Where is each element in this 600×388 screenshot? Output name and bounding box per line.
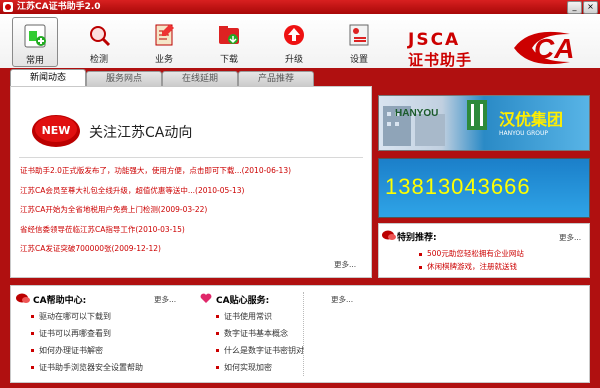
- brand-text: JSCA 证书助手: [408, 30, 471, 69]
- news-item[interactable]: 江苏CA开始为全省地税用户免费上门检测(2009-03-22): [20, 204, 291, 224]
- close-icon[interactable]: ×: [583, 1, 598, 14]
- special-item[interactable]: 500元助您轻松拥有企业网站: [419, 248, 524, 259]
- care-item-text: 如何实现加密: [224, 363, 272, 372]
- help-more-link[interactable]: 更多...: [154, 294, 176, 305]
- news-item-date: ...(2010-06-13): [234, 166, 292, 175]
- news-item-text: 江苏CA发证突破700000张: [20, 244, 112, 253]
- divider: [303, 292, 304, 376]
- tab-product-recommend[interactable]: 产品推荐: [238, 71, 314, 87]
- hanyou-logo-text: HANYOU: [395, 108, 439, 119]
- chat-bubble-icon: [16, 293, 30, 303]
- help-item-text: 如何办理证书解密: [39, 346, 103, 355]
- help-item-text: 证书助手浏览器安全设置帮助: [39, 363, 143, 372]
- news-list: 证书助手2.0正式版发布了，功能强大，使用方便，点击即可下载...(2010-0…: [20, 165, 291, 263]
- tool-download-label: 下载: [219, 55, 238, 65]
- new-badge-text: NEW: [42, 124, 71, 137]
- special-item[interactable]: 休闲棋牌游戏，注册就送钱: [419, 261, 517, 272]
- news-item[interactable]: 省经信委领导莅临江苏CA指导工作(2010-03-15): [20, 224, 291, 244]
- news-more-link[interactable]: 更多...: [334, 259, 356, 270]
- download-folder-icon: [219, 26, 239, 44]
- care-item[interactable]: 数字证书基本概念: [216, 328, 288, 339]
- care-more-link[interactable]: 更多...: [331, 294, 353, 305]
- news-item-text: 证书助手2.0正式版发布了，功能强大，使用方便，点击即可下载: [20, 166, 235, 175]
- news-panel: NEW 关注江苏CA动向 证书助手2.0正式版发布了，功能强大，使用方便，点击即…: [10, 86, 372, 278]
- care-item-text: 证书使用常识: [224, 312, 272, 321]
- news-item-text: 江苏CA开始为全省地税用户免费上门检测: [20, 205, 158, 214]
- brand-latin: JSCA: [408, 30, 461, 50]
- title-bar: 江苏CA证书助手2.0 _ ×: [0, 0, 600, 14]
- minimize-icon[interactable]: _: [567, 1, 582, 14]
- app-icon: [3, 2, 13, 12]
- chat-bubble-icon: [382, 230, 396, 240]
- tool-business-label: 业务: [154, 55, 173, 65]
- magnifier-icon: [90, 26, 111, 47]
- home-icon: [24, 24, 46, 48]
- tool-settings-label: 设置: [349, 55, 368, 65]
- window-title: 江苏CA证书助手2.0: [17, 2, 101, 12]
- ca-logo-text: CA: [534, 33, 574, 64]
- news-item-date: (2010-03-15): [135, 224, 185, 234]
- news-item-text: 省经信委领导莅临江苏CA指导工作: [20, 224, 136, 234]
- tool-common-button[interactable]: 常用: [12, 17, 58, 67]
- new-badge: NEW: [31, 109, 81, 154]
- hanyou-sub: HANYOU GROUP: [499, 130, 549, 137]
- tab-news[interactable]: 新闻动态: [10, 69, 86, 87]
- news-title: 关注江苏CA动向: [89, 125, 193, 141]
- heart-icon: [200, 293, 212, 303]
- tool-settings-button[interactable]: 设置: [337, 17, 381, 65]
- brand-chinese: 证书助手: [408, 51, 473, 69]
- side-panel: HANYOU 汉优集团 HANYOU GROUP 13813043666 特别推…: [378, 86, 590, 278]
- help-center-title: CA帮助中心:: [33, 296, 87, 306]
- care-item-text: 数字证书基本概念: [224, 329, 288, 338]
- tool-download-button[interactable]: 下载: [207, 17, 251, 65]
- help-item[interactable]: 证书助手浏览器安全设置帮助: [31, 362, 143, 373]
- special-item-text: 500元助您轻松拥有企业网站: [427, 249, 524, 258]
- news-item-text: 江苏CA会员至尊大礼包全线升级，超值优惠等送中: [20, 185, 188, 195]
- tab-service-points[interactable]: 服务网点: [86, 71, 162, 87]
- care-item[interactable]: 证书使用常识: [216, 311, 272, 322]
- ca-logo: CA: [510, 28, 590, 71]
- care-item[interactable]: 什么是数字证书密钥对: [216, 345, 304, 356]
- tool-common-label: 常用: [25, 56, 44, 66]
- ad-banner-hanyou[interactable]: HANYOU 汉优集团 HANYOU GROUP: [378, 95, 590, 151]
- tool-check-button[interactable]: 检测: [77, 17, 121, 65]
- upgrade-icon: [284, 25, 304, 45]
- settings-icon: [349, 24, 369, 46]
- tab-online-extension[interactable]: 在线延期: [162, 71, 238, 87]
- notepad-icon: [155, 24, 174, 46]
- tool-upgrade-label: 升级: [284, 55, 303, 65]
- hanyou-slogan: 汉优集团: [499, 110, 564, 129]
- care-item-text: 什么是数字证书密钥对: [224, 346, 304, 355]
- news-item-date: ...(2010-05-13): [187, 185, 245, 195]
- ad-phone-number: 13813043666: [385, 174, 531, 199]
- help-item[interactable]: 如何办理证书解密: [31, 345, 103, 356]
- tool-upgrade-button[interactable]: 升级: [272, 17, 316, 65]
- tab-bar: 新闻动态 服务网点 在线延期 产品推荐: [0, 68, 600, 87]
- special-title: 特别推荐:: [397, 233, 437, 243]
- news-item-date: (2009-03-22): [157, 205, 208, 214]
- news-item[interactable]: 证书助手2.0正式版发布了，功能强大，使用方便，点击即可下载...(2010-0…: [20, 165, 291, 185]
- help-panel: CA帮助中心: 更多... 驱动在哪可以下载到 证书可以再哪查看到 如何办理证书…: [10, 285, 590, 383]
- divider: [19, 157, 363, 158]
- news-item[interactable]: 江苏CA发证突破700000张(2009-12-12): [20, 243, 291, 263]
- care-service-title: CA贴心服务:: [216, 296, 270, 306]
- ad-banner-phone[interactable]: 13813043666: [378, 158, 590, 218]
- news-item[interactable]: 江苏CA会员至尊大礼包全线升级，超值优惠等送中...(2010-05-13): [20, 185, 291, 205]
- news-item-date: (2009-12-12): [111, 244, 161, 253]
- tool-check-label: 检测: [89, 55, 108, 65]
- toolbar: 常用 检测 业务 下载 升级 设置 JSCA 证书助手 CA: [0, 14, 600, 71]
- help-item-text: 证书可以再哪查看到: [39, 329, 111, 338]
- help-item[interactable]: 驱动在哪可以下载到: [31, 311, 111, 322]
- special-recommend-box: 特别推荐: 更多... 500元助您轻松拥有企业网站 休闲棋牌游戏，注册就送钱: [378, 223, 590, 278]
- help-item[interactable]: 证书可以再哪查看到: [31, 328, 111, 339]
- special-more-link[interactable]: 更多...: [559, 232, 581, 243]
- care-item[interactable]: 如何实现加密: [216, 362, 272, 373]
- special-item-text: 休闲棋牌游戏，注册就送钱: [427, 262, 517, 271]
- tool-business-button[interactable]: 业务: [142, 17, 186, 65]
- help-item-text: 驱动在哪可以下载到: [39, 312, 111, 321]
